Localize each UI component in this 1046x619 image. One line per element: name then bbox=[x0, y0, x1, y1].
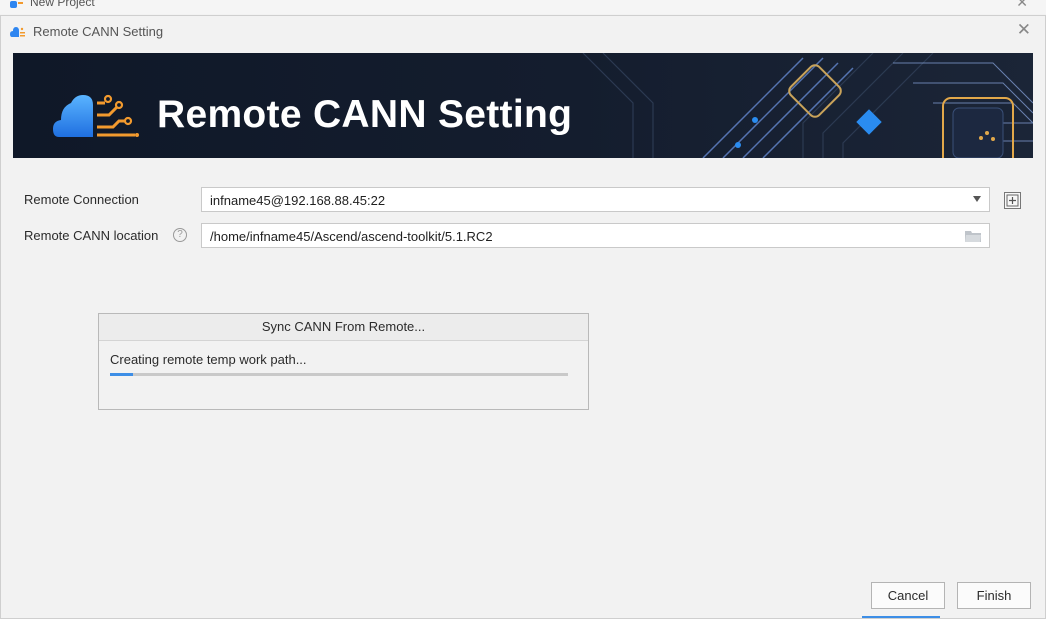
cann-logo-icon bbox=[53, 94, 139, 137]
remote-cann-setting-dialog: Remote CANN Setting ✕ Remote CANN Settin… bbox=[0, 15, 1046, 619]
remote-connection-select[interactable]: infname45@192.168.88.45:22 bbox=[201, 187, 990, 212]
dropdown-arrow-icon[interactable] bbox=[973, 196, 981, 202]
close-icon[interactable]: ✕ bbox=[1017, 20, 1031, 40]
dialog-title: Remote CANN Setting bbox=[33, 24, 164, 39]
banner: Remote CANN Setting bbox=[13, 53, 1033, 158]
banner-title: Remote CANN Setting bbox=[157, 93, 573, 136]
sync-progress-dialog: Sync CANN From Remote... Creating remote… bbox=[98, 313, 589, 410]
parent-window-titlebar: New Project ✕ bbox=[0, 0, 1046, 14]
folder-icon[interactable] bbox=[965, 230, 981, 242]
remote-connection-value: infname45@192.168.88.45:22 bbox=[210, 193, 386, 208]
cancel-button[interactable]: Cancel bbox=[871, 582, 945, 609]
parent-close-icon[interactable]: ✕ bbox=[1016, 0, 1028, 11]
sync-title: Sync CANN From Remote... bbox=[99, 314, 588, 341]
parent-window-title: New Project bbox=[30, 0, 95, 9]
cann-location-value: /home/infname45/Ascend/ascend-toolkit/5.… bbox=[210, 229, 493, 244]
progress-bar bbox=[110, 373, 568, 376]
add-connection-button[interactable] bbox=[1004, 192, 1021, 209]
parent-app-logo-icon bbox=[10, 1, 23, 8]
app-logo-icon bbox=[10, 27, 25, 37]
remote-connection-label: Remote Connection bbox=[24, 192, 139, 207]
sync-status-text: Creating remote temp work path... bbox=[110, 352, 307, 367]
help-icon[interactable]: ? bbox=[173, 228, 187, 242]
cann-location-label: Remote CANN location bbox=[24, 228, 159, 243]
dialog-titlebar: Remote CANN Setting ✕ bbox=[1, 16, 1045, 46]
finish-button[interactable]: Finish bbox=[957, 582, 1031, 609]
focus-indicator bbox=[862, 616, 940, 618]
add-icon bbox=[1006, 194, 1019, 207]
progress-bar-fill bbox=[110, 373, 133, 376]
cann-location-input[interactable]: /home/infname45/Ascend/ascend-toolkit/5.… bbox=[201, 223, 990, 248]
circuit-decoration-icon bbox=[582, 53, 1033, 158]
